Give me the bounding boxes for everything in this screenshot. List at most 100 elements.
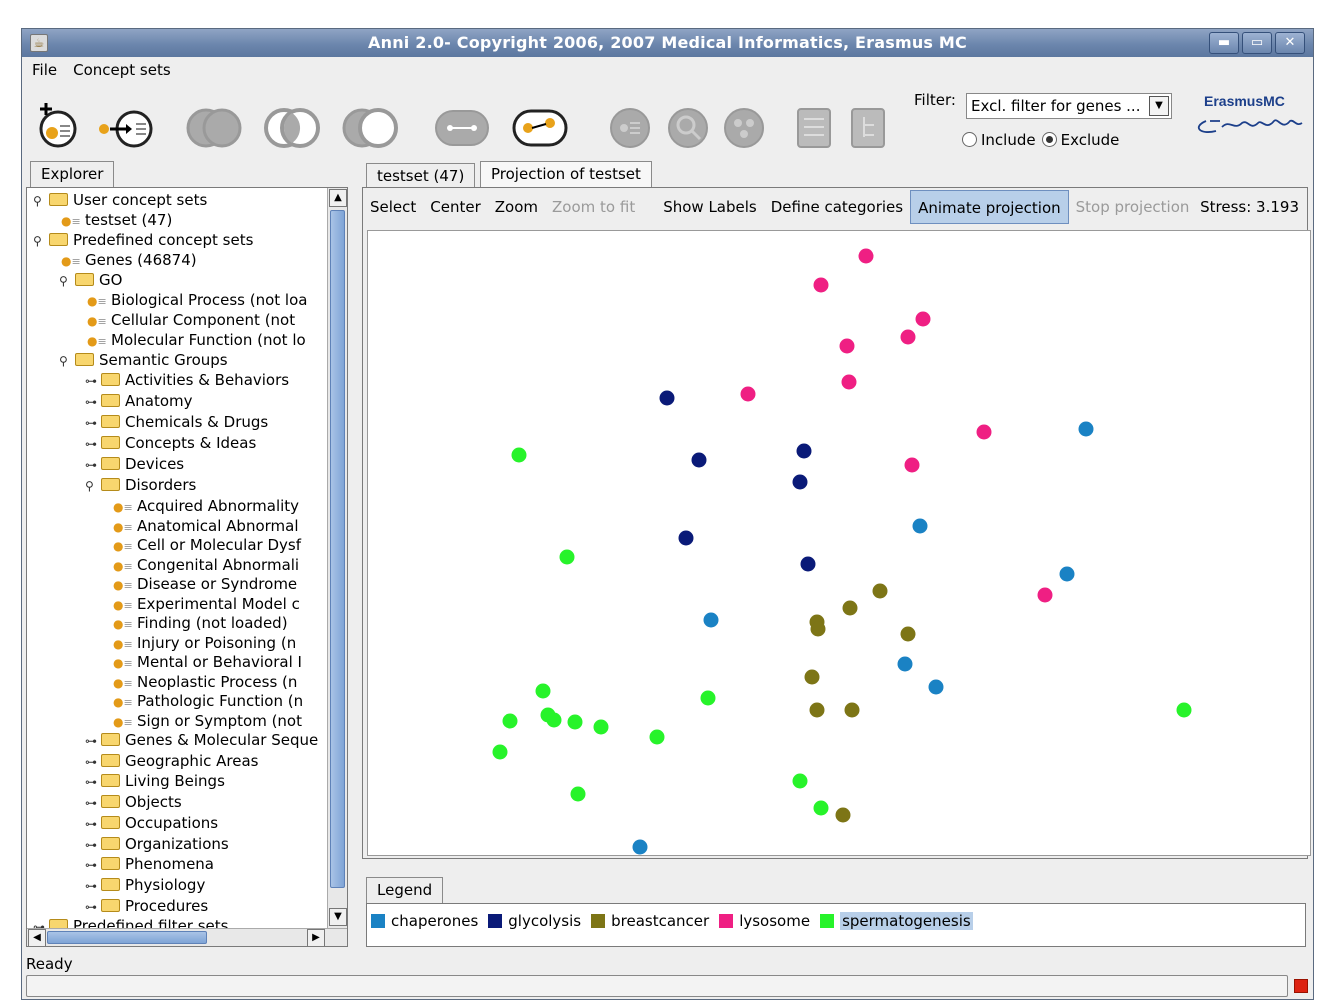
point-glycolysis[interactable] [659, 390, 675, 406]
expand-handle-icon[interactable]: ⊶ [85, 897, 99, 917]
intersection-button[interactable] [260, 101, 324, 151]
expand-handle-icon[interactable]: ⊶ [85, 772, 99, 792]
expand-handle-icon[interactable]: ⊶ [85, 876, 99, 896]
point-spermatogenesis[interactable] [492, 744, 508, 760]
menu-concept-sets[interactable]: Concept sets [73, 61, 171, 79]
point-breastcancer[interactable] [804, 669, 820, 685]
tree-folder[interactable]: ⚲ Disorders [85, 475, 196, 495]
tree-folder[interactable]: ⊶ Predefined filter sets [33, 916, 228, 928]
tree-leaf[interactable]: ●≡ Disease or Syndrome [111, 574, 297, 594]
scroll-down-icon[interactable]: ▼ [329, 908, 347, 926]
legend-item-chaperones[interactable]: chaperones [371, 912, 478, 930]
expand-handle-icon[interactable]: ⊶ [85, 434, 99, 454]
point-spermatogenesis[interactable] [649, 729, 665, 745]
point-breastcancer[interactable] [809, 702, 825, 718]
tree-leaf[interactable]: ●≡ testset (47) [59, 210, 172, 230]
point-spermatogenesis[interactable] [502, 713, 518, 729]
expand-handle-icon[interactable]: ⊶ [85, 814, 99, 834]
tree-folder[interactable]: ⚲ User concept sets [33, 190, 207, 210]
tree-leaf[interactable]: ●≡ Sign or Symptom (not [111, 711, 302, 731]
hierarchy-button[interactable] [836, 101, 900, 151]
tab-legend[interactable]: Legend [366, 877, 444, 903]
tree-folder[interactable]: ⊶ Objects [85, 792, 182, 812]
title-bar[interactable]: ☕ Anni 2.0- Copyright 2006, 2007 Medical… [22, 29, 1313, 57]
filter-dropdown[interactable]: Excl. filter for genes ... ▼ [966, 93, 1172, 119]
tab-testset[interactable]: testset (47) [366, 163, 476, 189]
tree-folder[interactable]: ⊶ Organizations [85, 834, 229, 854]
tree-leaf[interactable]: ●≡ Congenital Abnormali [111, 555, 299, 575]
collapse-handle-icon[interactable]: ⚲ [85, 476, 99, 496]
point-lysosome[interactable] [740, 386, 756, 402]
tree-leaf[interactable]: ●≡ Acquired Abnormality [111, 496, 299, 516]
expand-handle-icon[interactable]: ⊶ [85, 371, 99, 391]
point-chaperones[interactable] [632, 839, 648, 855]
legend-item-lysosome[interactable]: lysosome [719, 912, 810, 930]
tree-leaf[interactable]: ●≡ Molecular Function (not lo [85, 330, 306, 350]
point-chaperones[interactable] [928, 679, 944, 695]
point-spermatogenesis[interactable] [570, 786, 586, 802]
include-radio[interactable]: Include [962, 131, 1036, 149]
tree-folder[interactable]: ⊶ Living Beings [85, 771, 225, 791]
point-glycolysis[interactable] [792, 474, 808, 490]
tree-folder[interactable]: ⊶ Physiology [85, 875, 205, 895]
point-breastcancer[interactable] [810, 621, 826, 637]
select-button[interactable]: Select [363, 190, 423, 224]
expand-handle-icon[interactable]: ⊶ [85, 413, 99, 433]
collapse-handle-icon[interactable]: ⚲ [33, 191, 47, 211]
add-concept-set-button[interactable] [32, 101, 96, 151]
maximize-button[interactable]: ▭ [1242, 32, 1272, 54]
tree-folder[interactable]: ⊶ Anatomy [85, 391, 193, 411]
point-breastcancer[interactable] [835, 807, 851, 823]
collapse-handle-icon[interactable]: ⚲ [59, 271, 73, 291]
stop-projection-button[interactable]: Stop projection [1069, 190, 1197, 224]
point-breastcancer[interactable] [844, 702, 860, 718]
expand-handle-icon[interactable]: ⊶ [33, 917, 47, 928]
concept-link-button[interactable] [508, 101, 572, 151]
tree-leaf[interactable]: ●≡ Injury or Poisoning (n [111, 633, 296, 653]
difference-button[interactable] [338, 101, 402, 151]
legend-item-glycolysis[interactable]: glycolysis [488, 912, 581, 930]
point-lysosome[interactable] [900, 329, 916, 345]
point-lysosome[interactable] [841, 374, 857, 390]
point-spermatogenesis[interactable] [813, 800, 829, 816]
tree-leaf[interactable]: ●≡ Neoplastic Process (n [111, 672, 297, 692]
point-spermatogenesis[interactable] [700, 690, 716, 706]
tree-folder[interactable]: ⊶ Activities & Behaviors [85, 370, 289, 390]
zoom-button[interactable]: Zoom [488, 190, 545, 224]
explorer-tree[interactable]: ⚲ User concept sets ●≡ testset (47) ⚲ Predefi… [27, 188, 327, 928]
scroll-thumb[interactable] [330, 210, 345, 888]
union-button[interactable] [182, 101, 246, 151]
tree-folder[interactable]: ⚲ Semantic Groups [59, 350, 228, 370]
tree-leaf[interactable]: ●≡ Experimental Model c [111, 594, 300, 614]
minimize-button[interactable]: ▬ [1209, 32, 1239, 54]
compare-sets-button[interactable] [430, 101, 494, 151]
expand-handle-icon[interactable]: ⊶ [85, 855, 99, 875]
point-spermatogenesis[interactable] [559, 549, 575, 565]
scatter-plot[interactable] [368, 231, 1310, 855]
point-chaperones[interactable] [912, 518, 928, 534]
scroll-right-icon[interactable]: ▶ [307, 929, 325, 946]
tree-leaf[interactable]: ●≡ Mental or Behavioral I [111, 652, 302, 672]
stop-icon[interactable] [1294, 979, 1308, 993]
tree-leaf[interactable]: ●≡ Biological Process (not loa [85, 290, 307, 310]
tree-folder[interactable]: ⊶ Devices [85, 454, 184, 474]
search-concepts-button[interactable] [656, 101, 720, 151]
zoom-to-fit-button[interactable]: Zoom to fit [545, 190, 642, 224]
scroll-thumb-horizontal[interactable] [47, 931, 207, 944]
legend-item-spermatogenesis[interactable]: spermatogenesis [820, 912, 973, 930]
point-spermatogenesis[interactable] [535, 683, 551, 699]
tree-leaf[interactable]: ●≡ Cellular Component (not [85, 310, 295, 330]
point-breastcancer[interactable] [872, 583, 888, 599]
point-chaperones[interactable] [703, 612, 719, 628]
point-chaperones[interactable] [1078, 421, 1094, 437]
tree-leaf[interactable]: ●≡ Cell or Molecular Dysf [111, 535, 301, 555]
point-spermatogenesis[interactable] [1176, 702, 1192, 718]
tab-explorer[interactable]: Explorer [30, 161, 115, 187]
tree-leaf[interactable]: ●≡ Genes (46874) [59, 250, 197, 270]
move-concept-button[interactable] [96, 101, 160, 151]
expand-handle-icon[interactable]: ⊶ [85, 793, 99, 813]
point-lysosome[interactable] [915, 311, 931, 327]
point-lysosome[interactable] [858, 248, 874, 264]
tree-folder[interactable]: ⊶ Occupations [85, 813, 218, 833]
point-spermatogenesis[interactable] [546, 712, 562, 728]
